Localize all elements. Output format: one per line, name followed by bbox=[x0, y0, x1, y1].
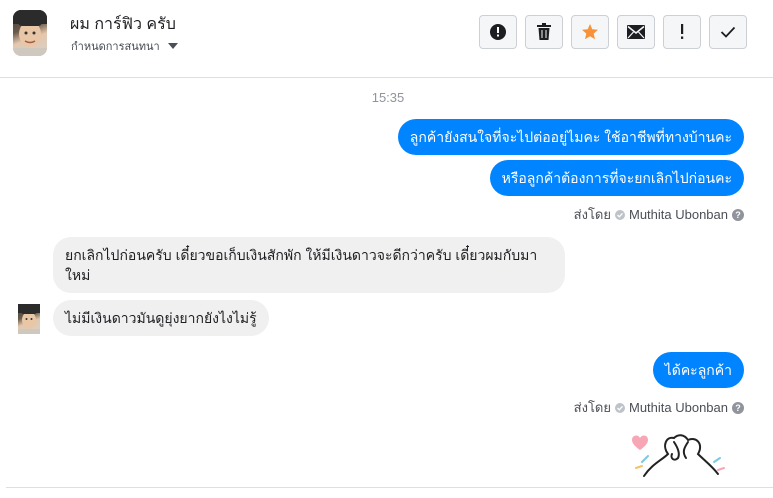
sender-name[interactable]: Muthita Ubonban bbox=[629, 207, 728, 222]
mark-done-button[interactable] bbox=[709, 15, 747, 49]
envelope-icon bbox=[627, 25, 645, 39]
outgoing-message[interactable]: ลูกค้ายังสนใจที่จะไปต่ออยู่ไมคะ ใช้อาชีพ… bbox=[397, 119, 744, 155]
alert-circle-icon bbox=[490, 24, 506, 40]
sent-by-info: ส่งโดย Muthita Ubonban ? bbox=[574, 397, 744, 418]
star-button[interactable] bbox=[571, 15, 609, 49]
message-timestamp: 15:35 bbox=[371, 90, 405, 105]
manage-conversation-dropdown[interactable]: กำหนดการสนทนา bbox=[71, 37, 178, 55]
sent-check-icon bbox=[614, 209, 625, 220]
heart-sticker[interactable] bbox=[622, 428, 732, 485]
sent-check-icon bbox=[614, 402, 625, 413]
message-thread[interactable]: 15:35 ลูกค้ายังสนใจที่จะไปต่ออยู่ไมคะ ใช… bbox=[0, 78, 773, 488]
outgoing-message[interactable]: หรือลูกค้าต้องการที่จะยกเลิกไปก่อนคะ bbox=[489, 160, 744, 196]
exclamation-icon bbox=[681, 24, 684, 39]
trash-icon bbox=[537, 23, 551, 40]
contact-avatar[interactable] bbox=[13, 10, 47, 56]
follow-up-button[interactable] bbox=[663, 15, 701, 49]
delete-button[interactable] bbox=[525, 15, 563, 49]
contact-avatar-small[interactable] bbox=[18, 304, 40, 334]
sender-name[interactable]: Muthita Ubonban bbox=[629, 400, 728, 415]
mark-unread-button[interactable] bbox=[617, 15, 655, 49]
conversation-toolbar bbox=[479, 15, 747, 49]
manage-label: กำหนดการสนทนา bbox=[71, 41, 160, 53]
chevron-down-icon bbox=[167, 43, 178, 49]
help-icon[interactable]: ? bbox=[732, 208, 744, 221]
sent-by-label: ส่งโดย bbox=[573, 207, 611, 222]
star-icon bbox=[582, 24, 598, 40]
outgoing-message[interactable]: ได้คะลูกค้า bbox=[652, 352, 744, 388]
help-icon[interactable]: ? bbox=[732, 401, 744, 414]
incoming-message[interactable]: ยกเลิกไปก่อนครับ เดี๋ยวขอเก็บเงินสักพัก … bbox=[53, 237, 565, 293]
check-icon bbox=[720, 26, 736, 38]
mark-spam-button[interactable] bbox=[479, 15, 517, 49]
contact-name[interactable]: ผม การ์ฟิว ครับ bbox=[70, 12, 176, 37]
sent-by-info: ส่งโดย Muthita Ubonban ? bbox=[574, 204, 744, 225]
conversation-header: ผม การ์ฟิว ครับ กำหนดการสนทนา bbox=[0, 0, 773, 78]
sent-by-label: ส่งโดย bbox=[573, 400, 611, 415]
incoming-message[interactable]: ไม่มีเงินดาวมันดูยุ่งยากยังไงไม่รู้ bbox=[53, 300, 269, 336]
